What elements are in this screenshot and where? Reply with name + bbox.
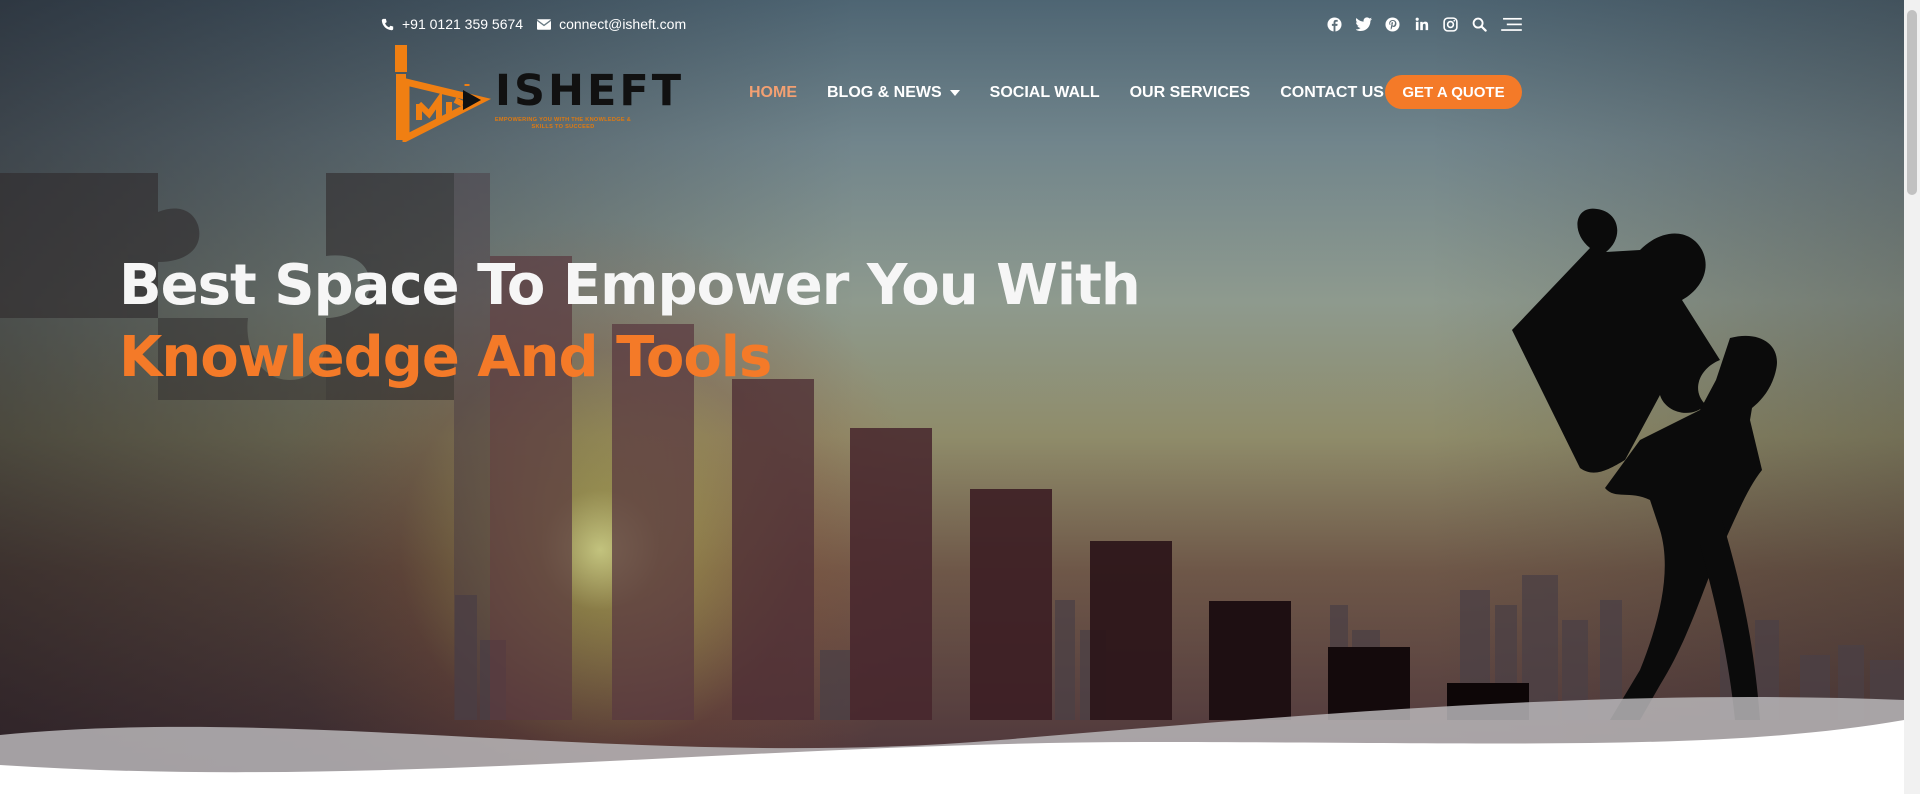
logo-mark-icon [395,45,492,142]
top-bar: +91 0121 359 5674 connect@isheft.com [381,14,1522,34]
nav-item-our-services[interactable]: OUR SERVICES [1130,84,1251,102]
nav-item-label: CONTACT US [1280,84,1384,101]
hero-headline-line1: Best Space To Empower You With [119,253,1141,318]
pinterest-icon[interactable] [1384,16,1401,33]
nav-item-label: SOCIAL WALL [989,84,1100,101]
menu-icon[interactable] [1500,16,1522,33]
twitter-icon[interactable] [1355,16,1372,33]
phone-number: +91 0121 359 5674 [402,16,524,32]
logo-tagline: EMPOWERING YOU WITH THE KNOWLEDGE & SKIL… [494,117,632,130]
main-nav: HOME BLOG & NEWS SOCIAL WALL OUR SERVICE… [749,82,1414,104]
logo-title: ISHEFT [495,66,685,116]
social-links [1326,16,1522,33]
search-icon[interactable] [1471,16,1488,33]
nav-item-label: BLOG & NEWS [827,84,942,101]
facebook-icon[interactable] [1326,16,1343,33]
hero-headline-line2: Knowledge And Tools [119,325,772,390]
nav-item-label: OUR SERVICES [1129,84,1251,101]
caret-down-icon [949,90,960,96]
nav-item-social-wall[interactable]: SOCIAL WALL [990,84,1100,102]
envelope-icon [537,18,552,30]
phone-icon [381,18,394,30]
email-address: connect@isheft.com [559,16,687,32]
phone-contact[interactable]: +91 0121 359 5674 [381,16,523,32]
nav-item-contact-us[interactable]: CONTACT US [1280,84,1384,102]
site-logo[interactable]: ISHEFT EMPOWERING YOU WITH THE KNOWLEDGE… [393,42,681,142]
hero-background-illustration [0,173,1904,794]
page-scrollbar[interactable] [1904,0,1920,794]
nav-item-blog-news[interactable]: BLOG & NEWS [827,84,960,102]
email-contact[interactable]: connect@isheft.com [537,16,686,32]
instagram-icon[interactable] [1442,16,1459,33]
nav-item-home[interactable]: HOME [749,84,797,102]
scrollbar-thumb[interactable] [1907,10,1917,195]
linkedin-icon[interactable] [1413,16,1430,33]
hero-headline: Best Space To Empower You With Knowledge… [119,250,1141,394]
get-a-quote-button[interactable]: GET A QUOTE [1385,75,1522,109]
hero-section: +91 0121 359 5674 connect@isheft.com ISH… [0,0,1904,794]
nav-item-label: HOME [749,84,797,101]
